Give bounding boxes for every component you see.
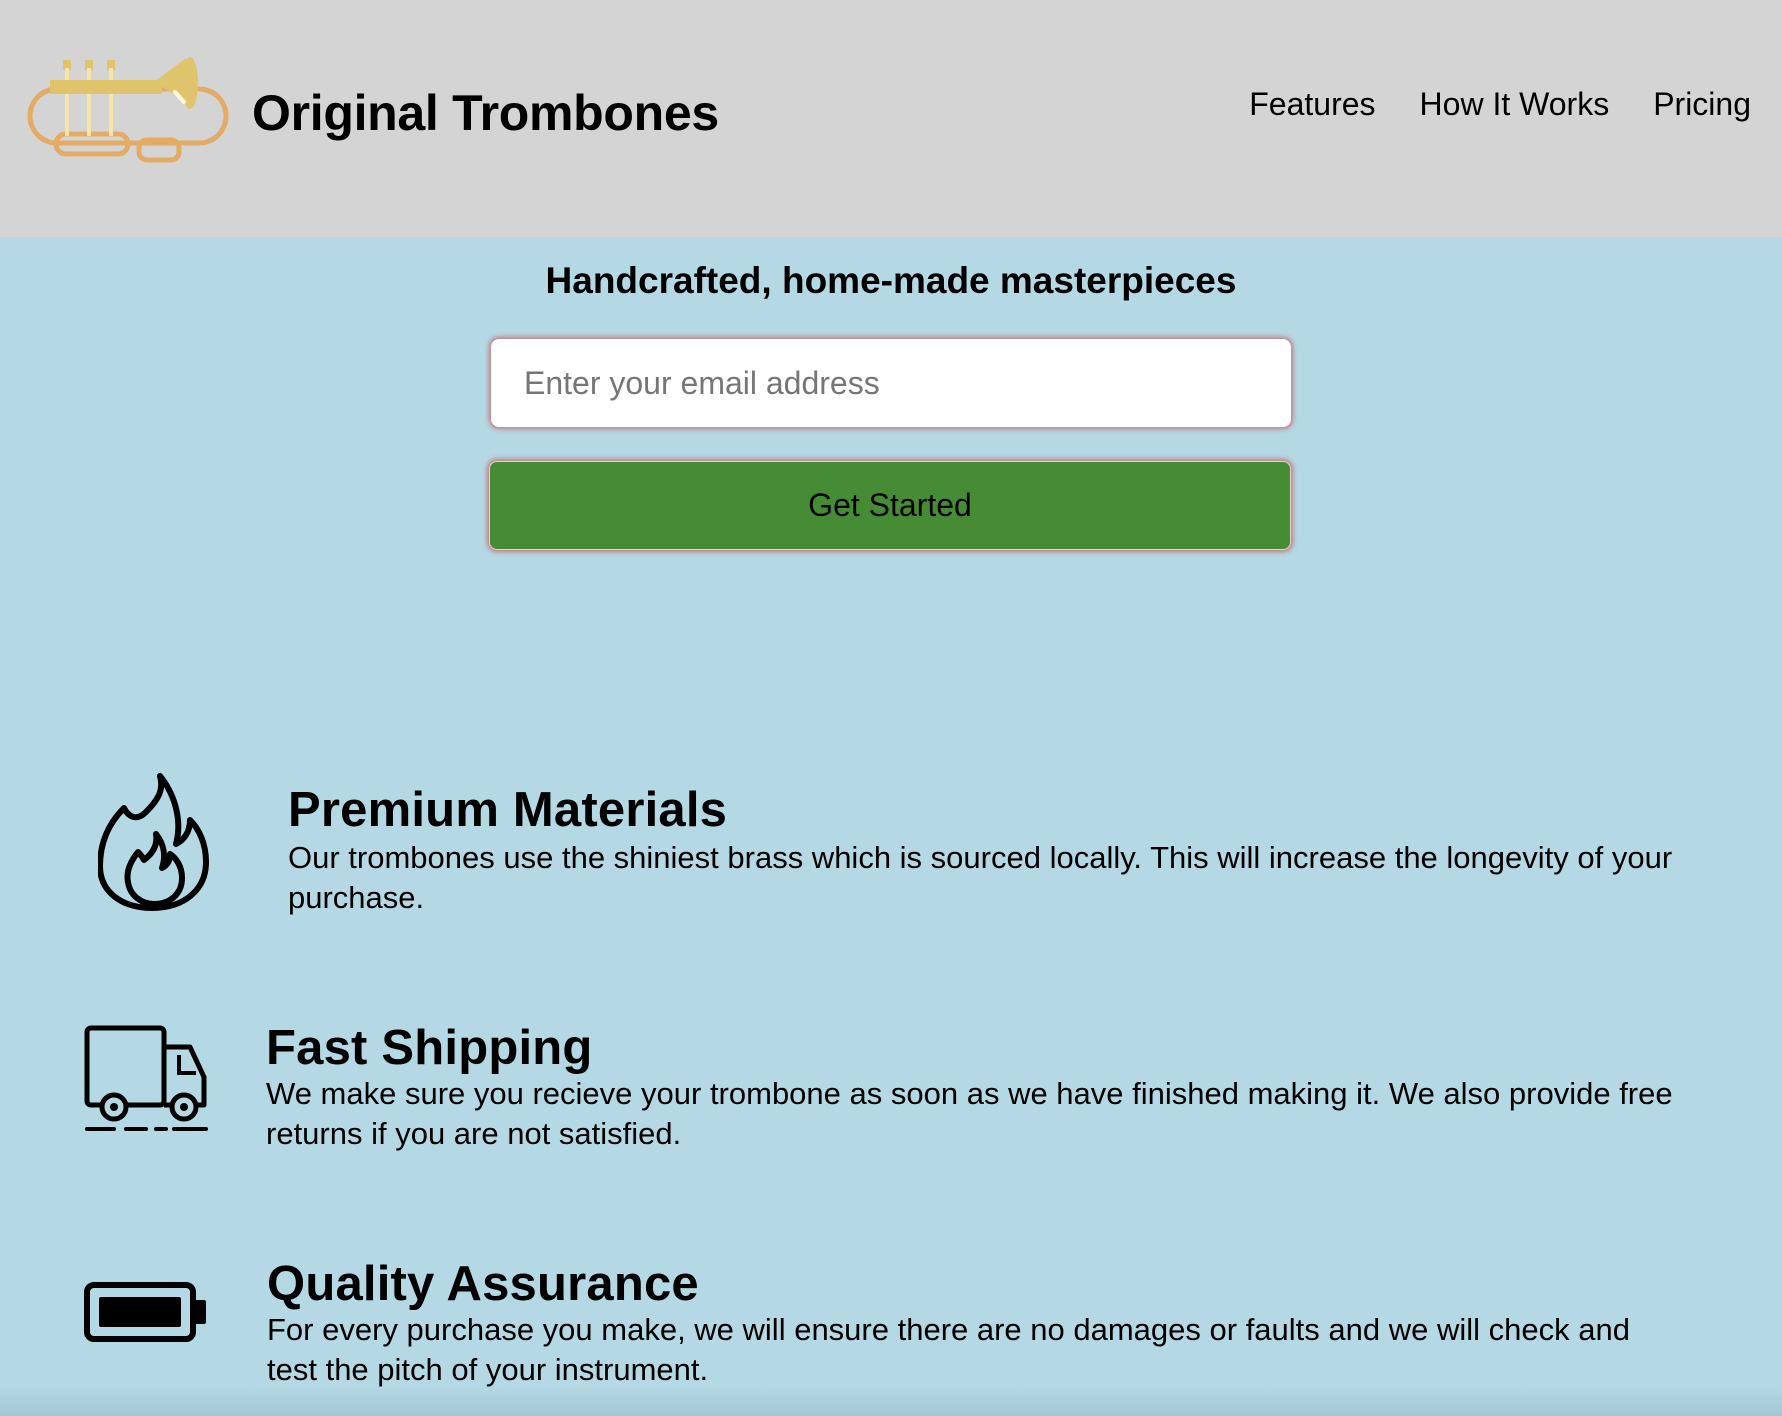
nav-link-features[interactable]: Features: [1249, 86, 1375, 123]
bottom-shadow: [0, 1386, 1782, 1416]
feature-description: For every purchase you make, we will ens…: [267, 1312, 1630, 1387]
battery-icon: [84, 1282, 206, 1342]
nav-link-pricing[interactable]: Pricing: [1653, 86, 1751, 123]
feature-title: Fast Shipping: [266, 1021, 593, 1075]
email-input[interactable]: [491, 339, 1291, 427]
feature-title: Premium Materials: [288, 783, 728, 837]
feature-description: Our trombones use the shiniest brass whi…: [288, 840, 1673, 915]
feature-description: We make sure you recieve your trombone a…: [266, 1076, 1673, 1151]
nav-link-how-it-works[interactable]: How It Works: [1420, 86, 1610, 123]
brand-title: Original Trombones: [252, 85, 719, 141]
site-header: Original Trombones Features How It Works…: [0, 0, 1782, 237]
feature-title: Quality Assurance: [267, 1257, 699, 1311]
feature-premium-materials: Premium Materials Our trombones use the …: [0, 772, 1782, 932]
get-started-button[interactable]: Get Started: [489, 461, 1291, 550]
fire-icon: [98, 773, 209, 911]
truck-icon: [84, 1025, 208, 1131]
hero-title: Handcrafted, home-made masterpieces: [545, 260, 1237, 301]
trumpet-logo-icon[interactable]: [26, 56, 232, 166]
feature-fast-shipping: Fast Shipping We make sure you recieve y…: [0, 1020, 1782, 1180]
main-nav: Features How It Works Pricing: [1249, 86, 1751, 123]
